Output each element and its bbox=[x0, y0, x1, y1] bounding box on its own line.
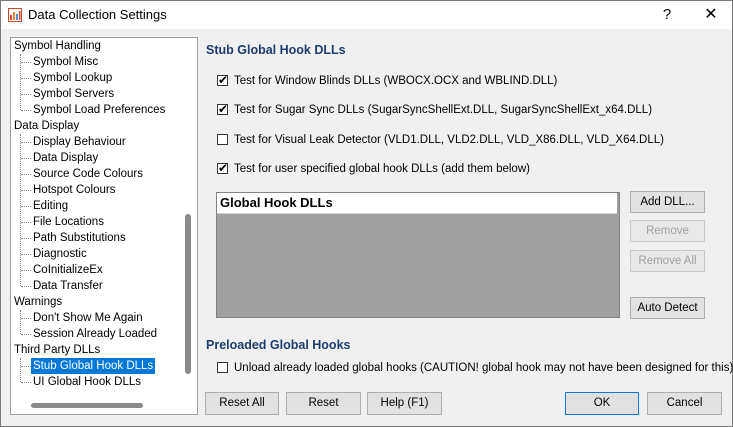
add-dll-button[interactable]: Add DLL... bbox=[630, 191, 705, 213]
tree-connector bbox=[20, 134, 21, 286]
cancel-button[interactable]: Cancel bbox=[647, 392, 722, 415]
global-hook-dll-list[interactable]: Global Hook DLLs bbox=[216, 192, 620, 318]
tree-item[interactable]: Symbol Load Preferences bbox=[33, 102, 165, 118]
tree-connector bbox=[21, 62, 31, 63]
tree-connector bbox=[21, 270, 31, 271]
tree-category[interactable]: Warnings bbox=[14, 294, 62, 310]
tree-connector bbox=[20, 310, 21, 334]
tree-category[interactable]: Symbol Handling bbox=[14, 38, 101, 54]
list-header-label: Global Hook DLLs bbox=[220, 195, 333, 210]
tree-connector bbox=[21, 78, 31, 79]
tree-item[interactable]: Hotspot Colours bbox=[33, 182, 115, 198]
tree-connector bbox=[21, 286, 31, 287]
tree-item[interactable]: Display Behaviour bbox=[33, 134, 126, 150]
tree-item[interactable]: Symbol Lookup bbox=[33, 70, 112, 86]
tree-item[interactable]: Data Transfer bbox=[33, 278, 103, 294]
tree-connector bbox=[21, 366, 31, 367]
tree-item[interactable]: Diagnostic bbox=[33, 246, 87, 262]
app-icon bbox=[8, 8, 22, 22]
tree-item[interactable]: Source Code Colours bbox=[33, 166, 143, 182]
checkbox-label: Test for Sugar Sync DLLs (SugarSyncShell… bbox=[234, 104, 653, 116]
tree-connector bbox=[21, 382, 31, 383]
ok-button[interactable]: OK bbox=[565, 392, 639, 415]
help-title-button[interactable]: ? bbox=[645, 1, 689, 29]
tree-item[interactable]: Path Substitutions bbox=[33, 230, 126, 246]
tree-item[interactable]: Symbol Misc bbox=[33, 54, 98, 70]
remove-all-button[interactable]: Remove All bbox=[630, 250, 705, 272]
tree-connector bbox=[21, 94, 31, 95]
tree-connector bbox=[21, 334, 31, 335]
stub-section-title: Stub Global Hook DLLs bbox=[206, 43, 346, 57]
checkbox-label: Test for Visual Leak Detector (VLD1.DLL,… bbox=[234, 134, 664, 146]
tree-item[interactable]: UI Global Hook DLLs bbox=[33, 374, 141, 390]
tree-horizontal-scroll-thumb[interactable] bbox=[31, 403, 143, 408]
tree-connector bbox=[20, 54, 21, 110]
tree-connector bbox=[21, 254, 31, 255]
tree-connector bbox=[21, 190, 31, 191]
tree-item[interactable]: Data Display bbox=[33, 150, 98, 166]
tree-connector bbox=[20, 358, 21, 382]
checkbox-box[interactable]: ✔ bbox=[217, 73, 229, 87]
help-button[interactable]: Help (F1) bbox=[367, 392, 442, 415]
auto-detect-button[interactable]: Auto Detect bbox=[630, 297, 705, 319]
tree-connector bbox=[21, 318, 31, 319]
check-mark-icon: ✔ bbox=[218, 102, 229, 116]
tree-category[interactable]: Data Display bbox=[14, 118, 79, 134]
tree-item[interactable]: Don't Show Me Again bbox=[33, 310, 143, 326]
tree-category[interactable]: Third Party DLLs bbox=[14, 342, 100, 358]
window-title: Data Collection Settings bbox=[28, 7, 167, 22]
tree-item[interactable]: CoInitializeEx bbox=[33, 262, 103, 278]
tree-connector bbox=[21, 206, 31, 207]
settings-tree[interactable]: Symbol Handling Symbol Misc Symbol Lookup S… bbox=[10, 37, 198, 415]
tree-connector bbox=[21, 222, 31, 223]
check-mark-icon: ✔ bbox=[218, 73, 229, 87]
tree-item[interactable]: Editing bbox=[33, 198, 68, 214]
tree-item[interactable]: Symbol Servers bbox=[33, 86, 114, 102]
close-button[interactable]: ✕ bbox=[689, 1, 733, 29]
checkbox-box[interactable] bbox=[217, 134, 228, 145]
checkbox-box[interactable] bbox=[217, 362, 228, 373]
tree-connector bbox=[21, 110, 31, 111]
check-mark-icon: ✔ bbox=[218, 161, 229, 175]
tree-item[interactable]: File Locations bbox=[33, 214, 104, 230]
tree-vertical-scroll-thumb[interactable] bbox=[185, 214, 191, 374]
dialog-window: Data Collection Settings ? ✕ Symbol Hand… bbox=[0, 0, 733, 427]
title-bar: Data Collection Settings ? ✕ bbox=[1, 1, 732, 29]
list-column-header[interactable]: Global Hook DLLs bbox=[217, 193, 617, 214]
preloaded-section-title: Preloaded Global Hooks bbox=[206, 338, 351, 352]
tree-connector bbox=[21, 142, 31, 143]
checkbox-label: Test for user specified global hook DLLs… bbox=[234, 163, 530, 175]
checkbox-label: Unload already loaded global hooks (CAUT… bbox=[234, 362, 733, 374]
tree-item[interactable]: Stub Global Hook DLLs bbox=[31, 358, 156, 374]
tree-item[interactable]: Session Already Loaded bbox=[33, 326, 157, 342]
remove-button[interactable]: Remove bbox=[630, 220, 705, 242]
checkbox-box[interactable]: ✔ bbox=[217, 102, 229, 116]
tree-connector bbox=[21, 158, 31, 159]
tree-connector bbox=[21, 238, 31, 239]
reset-button[interactable]: Reset bbox=[286, 392, 361, 415]
checkbox-box[interactable]: ✔ bbox=[217, 161, 229, 175]
reset-all-button[interactable]: Reset All bbox=[205, 392, 279, 415]
tree-connector bbox=[21, 174, 31, 175]
checkbox-label: Test for Window Blinds DLLs (WBOCX.OCX a… bbox=[234, 75, 558, 87]
